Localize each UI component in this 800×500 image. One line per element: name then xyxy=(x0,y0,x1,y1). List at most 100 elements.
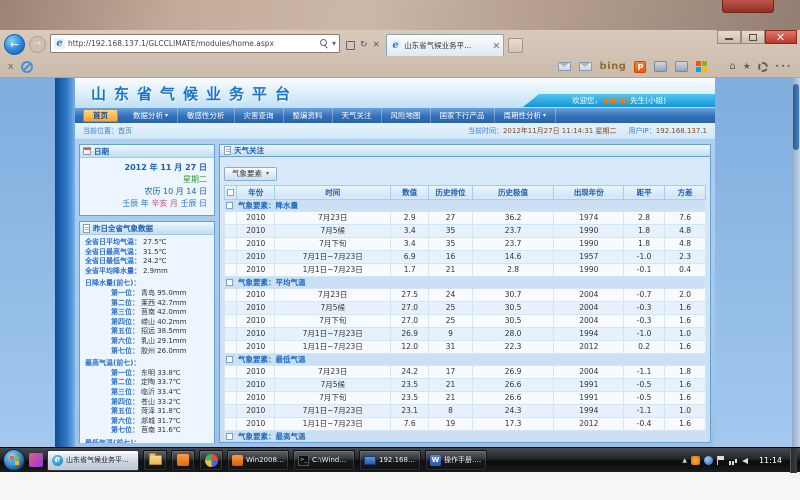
action-center-flag-icon[interactable] xyxy=(717,456,725,465)
expand-icon[interactable] xyxy=(226,356,233,363)
url-text[interactable]: http://192.168.137.1/GLCCLIMATE/modules/… xyxy=(68,39,317,48)
cell: 6.9 xyxy=(390,250,428,263)
table-row[interactable]: 20101月1日~7月23日12.03122.320120.21.6 xyxy=(225,340,706,353)
nav-item-data-analysis[interactable]: 数据分析▾ xyxy=(124,108,178,123)
cell: 31 xyxy=(429,340,472,353)
toolbar-close-icon[interactable]: x xyxy=(8,62,13,72)
group-expand-cell[interactable] xyxy=(225,430,237,442)
nav-item-compiled-data[interactable]: 整编资料 xyxy=(284,108,333,123)
search-icon[interactable] xyxy=(320,39,329,48)
expand-icon[interactable] xyxy=(226,433,233,440)
mail-2-icon[interactable] xyxy=(579,62,592,71)
taskbar-button-ie[interactable]: e 山东省气候业务平... xyxy=(47,450,139,471)
bing-logo[interactable]: bing xyxy=(600,61,627,72)
overflow-dots-icon[interactable]: ••• xyxy=(775,62,792,71)
show-desktop-button[interactable] xyxy=(790,448,797,473)
ganzhi-date: 壬辰 年 辛亥 月 壬辰 日 xyxy=(87,198,207,210)
volume-icon[interactable] xyxy=(742,456,751,465)
table-group-row[interactable]: 气象要素：最高气温 xyxy=(225,430,706,442)
table-row[interactable]: 20107月23日24.21726.92004-1.11.8 xyxy=(225,365,706,378)
table-row[interactable]: 20101月1日~7月23日7.61917.32012-0.41.6 xyxy=(225,417,706,430)
addon-icon[interactable] xyxy=(654,61,667,72)
taskbar-button-rdp[interactable]: 192.168.59.99... xyxy=(359,450,421,471)
browser-tab[interactable]: e 山东省气候业务平... xyxy=(386,34,504,56)
expand-icon[interactable] xyxy=(226,202,233,209)
stop-icon[interactable]: × xyxy=(373,40,381,50)
forward-button[interactable]: → xyxy=(29,36,46,53)
table-group-row[interactable]: 气象要素：平均气温 xyxy=(225,276,706,288)
cell: 31.5 xyxy=(390,442,428,443)
hidden-icons-arrow[interactable]: ▲ xyxy=(682,457,687,464)
mail-icon[interactable] xyxy=(558,62,571,71)
rank-value: 崂山 40.2mm xyxy=(141,318,186,326)
taskbar-button-word[interactable]: W操作手册.docx ... xyxy=(425,450,487,471)
tray-app-icon[interactable] xyxy=(691,456,700,465)
taskbar-button-cmd[interactable]: >_C:\Windows\s... xyxy=(293,450,355,471)
start-button[interactable] xyxy=(3,449,25,471)
minimize-button[interactable] xyxy=(717,30,741,44)
ranking-item: 第六位：郯城 31.7℃ xyxy=(85,417,211,427)
tray-network-app-icon[interactable] xyxy=(704,456,713,465)
maximize-button[interactable] xyxy=(741,30,765,44)
rank-value: 莒南 42.0mm xyxy=(141,308,186,316)
vertical-scrollbar[interactable] xyxy=(792,78,800,447)
table-row[interactable]: 20107月23日31.52936.31955,1951-0.32.5 xyxy=(225,442,706,443)
nav-item-national-products[interactable]: 国家下行产品 xyxy=(431,108,495,123)
network-bars-icon[interactable] xyxy=(729,456,738,465)
table-group-row[interactable]: 气象要素：最低气温 xyxy=(225,353,706,365)
group-expand-cell[interactable] xyxy=(225,199,237,211)
address-bar[interactable]: e http://192.168.137.1/GLCCLIMATE/module… xyxy=(50,34,340,53)
taskbar-button-media[interactable] xyxy=(199,450,223,471)
nav-item-sensitivity-analysis[interactable]: 敏感性分析 xyxy=(178,108,235,123)
ranking-section-title: 最低气温(前七)： xyxy=(85,439,211,443)
table-row[interactable]: 20107月1日~7月23日23.1824.31994-1.11.0 xyxy=(225,404,706,417)
expand-icon[interactable] xyxy=(226,279,233,286)
nav-item-home[interactable]: 首页 xyxy=(83,109,118,122)
table-row[interactable]: 20107月下旬3.43523.719901.84.8 xyxy=(225,237,706,250)
table-row[interactable]: 20107月1日~7月23日26.9928.01994-1.01.0 xyxy=(225,327,706,340)
compatibility-view-icon[interactable] xyxy=(346,41,355,50)
clock[interactable]: 11:14 xyxy=(759,456,782,465)
table-row[interactable]: 20107月23日2.92736.219742.87.6 xyxy=(225,211,706,224)
taskbar-button-app1[interactable] xyxy=(171,450,195,471)
autocomplete-dropdown-icon[interactable]: ▾ xyxy=(332,39,336,48)
cell: 17 xyxy=(429,365,472,378)
addon-2-icon[interactable] xyxy=(675,61,688,72)
element-selector-button[interactable]: 气象要素 ▾ xyxy=(224,167,277,181)
table-row[interactable]: 20107月下旬27.02530.52004-0.31.6 xyxy=(225,314,706,327)
taskbar-button-explorer[interactable] xyxy=(143,450,167,471)
back-button[interactable]: ← xyxy=(4,34,25,55)
new-tab-button[interactable] xyxy=(508,38,523,53)
favorites-star-icon[interactable]: ★ xyxy=(743,62,751,72)
table-row[interactable]: 20107月5候3.43523.719901.84.8 xyxy=(225,224,706,237)
table-row[interactable]: 20101月1日~7月23日1.7212.81990-0.10.4 xyxy=(225,263,706,276)
group-expand-cell[interactable] xyxy=(225,353,237,365)
nav-item-weather-focus[interactable]: 天气关注 xyxy=(333,108,382,123)
checkbox-icon[interactable] xyxy=(227,189,234,196)
table-row[interactable]: 20107月下旬23.52126.61991-0.51.6 xyxy=(225,391,706,404)
tab-close-icon[interactable] xyxy=(493,42,500,49)
table-row[interactable]: 20107月5候23.52126.61991-0.51.6 xyxy=(225,378,706,391)
pinned-app-icon[interactable] xyxy=(29,453,43,467)
table-row[interactable]: 20107月1日~7月23日6.91614.61957-1.02.3 xyxy=(225,250,706,263)
group-expand-cell[interactable] xyxy=(225,276,237,288)
nav-item-periodic-analysis[interactable]: 周期性分析▾ xyxy=(495,108,557,123)
background-window-close-button[interactable] xyxy=(722,0,774,13)
scrollbar-thumb[interactable] xyxy=(793,84,799,150)
close-button[interactable] xyxy=(765,30,797,44)
browser-toolbar-row: x bing P ⌂ ★ ••• xyxy=(0,56,800,77)
nav-item-disaster-query[interactable]: 灾害查询 xyxy=(235,108,284,123)
taskbar-button-vm[interactable]: Win2008 (VS2... xyxy=(227,450,289,471)
table-row[interactable]: 20107月23日27.52430.72004-0.72.0 xyxy=(225,288,706,301)
cell: 23.7 xyxy=(472,237,554,250)
breadcrumb: 当前位置：首页 xyxy=(83,126,132,136)
home-icon[interactable]: ⌂ xyxy=(729,61,735,72)
table-group-row[interactable]: 气象要素：降水量 xyxy=(225,199,706,211)
blocked-content-icon[interactable] xyxy=(21,61,33,73)
gear-icon[interactable] xyxy=(758,62,768,72)
msn-icon[interactable] xyxy=(696,61,707,72)
nav-item-risk-map[interactable]: 风险地图 xyxy=(382,108,431,123)
table-row[interactable]: 20107月5候27.02530.52004-0.31.6 xyxy=(225,301,706,314)
bing-addon-icon[interactable]: P xyxy=(634,61,646,73)
refresh-icon[interactable]: ↻ xyxy=(360,40,368,50)
